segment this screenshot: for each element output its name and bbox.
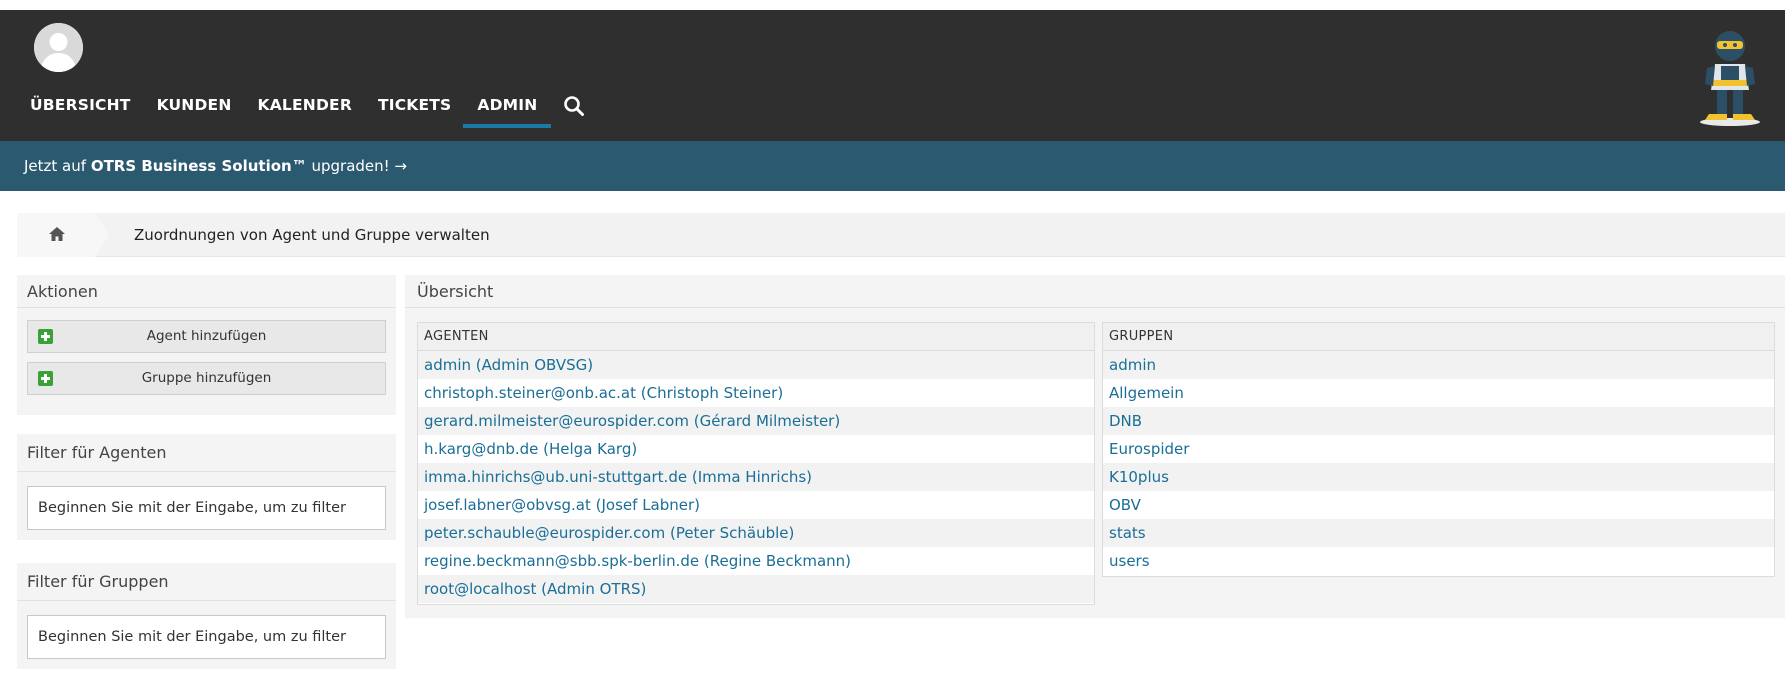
group-link[interactable]: DNB bbox=[1103, 407, 1774, 435]
user-avatar-icon bbox=[34, 23, 83, 72]
groups-list: GRUPPEN admin Allgemein DNB Eurospider K… bbox=[1102, 322, 1775, 577]
otrs-ninja-logo bbox=[1700, 31, 1760, 126]
actions-heading: Aktionen bbox=[17, 275, 396, 308]
group-link[interactable]: Eurospider bbox=[1103, 435, 1774, 463]
agents-list: AGENTEN admin (Admin OBVSG) christoph.st… bbox=[417, 322, 1095, 605]
agent-link[interactable]: regine.beckmann@sbb.spk-berlin.de (Regin… bbox=[418, 547, 1094, 575]
overview-heading: Übersicht bbox=[405, 275, 1785, 308]
agent-link[interactable]: gerard.milmeister@eurospider.com (Gérard… bbox=[418, 407, 1094, 435]
group-link[interactable]: K10plus bbox=[1103, 463, 1774, 491]
plus-icon bbox=[38, 371, 53, 386]
groups-column-header: GRUPPEN bbox=[1103, 323, 1774, 351]
banner-suffix: upgraden! → bbox=[306, 157, 408, 175]
nav-item-customers[interactable]: KUNDEN bbox=[157, 96, 232, 128]
main-nav: ÜBERSICHT KUNDEN KALENDER TICKETS ADMIN bbox=[30, 96, 585, 140]
breadcrumb: Zuordnungen von Agent und Gruppe verwalt… bbox=[17, 213, 1785, 257]
agent-link[interactable]: josef.labner@obvsg.at (Josef Labner) bbox=[418, 491, 1094, 519]
breadcrumb-home[interactable] bbox=[17, 213, 95, 257]
add-agent-button[interactable]: Agent hinzufügen bbox=[27, 320, 386, 353]
upgrade-banner[interactable]: Jetzt auf OTRS Business Solution™ upgrad… bbox=[0, 141, 1785, 191]
agent-link[interactable]: root@localhost (Admin OTRS) bbox=[418, 575, 1094, 603]
groups-rows: admin Allgemein DNB Eurospider K10plus O… bbox=[1103, 351, 1774, 575]
group-link[interactable]: Allgemein bbox=[1103, 379, 1774, 407]
group-link[interactable]: admin bbox=[1103, 351, 1774, 379]
group-filter-heading: Filter für Gruppen bbox=[17, 563, 396, 601]
group-link[interactable]: OBV bbox=[1103, 491, 1774, 519]
group-link[interactable]: users bbox=[1103, 547, 1774, 575]
actions-box: Aktionen Agent hinzufügen Gruppe hinzufü… bbox=[17, 275, 396, 415]
agents-rows: admin (Admin OBVSG) christoph.steiner@on… bbox=[418, 351, 1094, 603]
agent-filter-heading: Filter für Agenten bbox=[17, 434, 396, 472]
agent-link[interactable]: peter.schauble@eurospider.com (Peter Sch… bbox=[418, 519, 1094, 547]
nav-item-calendar[interactable]: KALENDER bbox=[258, 96, 352, 128]
agent-filter-input[interactable] bbox=[27, 486, 386, 530]
home-icon bbox=[49, 227, 65, 241]
search-icon[interactable] bbox=[563, 95, 585, 117]
add-group-label: Gruppe hinzufügen bbox=[141, 370, 272, 386]
top-navigation-bar: ÜBERSICHT KUNDEN KALENDER TICKETS ADMIN bbox=[0, 10, 1785, 141]
group-filter-box: Filter für Gruppen bbox=[17, 563, 396, 669]
agents-column-header: AGENTEN bbox=[418, 323, 1094, 351]
agent-filter-box: Filter für Agenten bbox=[17, 434, 396, 540]
agent-link[interactable]: imma.hinrichs@ub.uni-stuttgart.de (Imma … bbox=[418, 463, 1094, 491]
nav-item-tickets[interactable]: TICKETS bbox=[378, 96, 451, 128]
agent-link[interactable]: christoph.steiner@onb.ac.at (Christoph S… bbox=[418, 379, 1094, 407]
agent-link[interactable]: admin (Admin OBVSG) bbox=[418, 351, 1094, 379]
nav-item-overview[interactable]: ÜBERSICHT bbox=[30, 96, 131, 128]
user-avatar[interactable] bbox=[34, 23, 83, 72]
breadcrumb-separator bbox=[95, 213, 109, 257]
group-link[interactable]: stats bbox=[1103, 519, 1774, 547]
agent-link[interactable]: h.karg@dnb.de (Helga Karg) bbox=[418, 435, 1094, 463]
add-agent-label: Agent hinzufügen bbox=[146, 328, 267, 344]
add-group-button[interactable]: Gruppe hinzufügen bbox=[27, 362, 386, 395]
overview-panel: Übersicht AGENTEN admin (Admin OBVSG) ch… bbox=[405, 275, 1785, 618]
plus-icon bbox=[38, 329, 53, 344]
banner-product: OTRS Business Solution™ bbox=[90, 157, 307, 175]
group-filter-input[interactable] bbox=[27, 615, 386, 659]
nav-item-admin[interactable]: ADMIN bbox=[463, 96, 552, 128]
banner-prefix: Jetzt auf bbox=[24, 157, 91, 175]
page-title: Zuordnungen von Agent und Gruppe verwalt… bbox=[134, 226, 490, 244]
